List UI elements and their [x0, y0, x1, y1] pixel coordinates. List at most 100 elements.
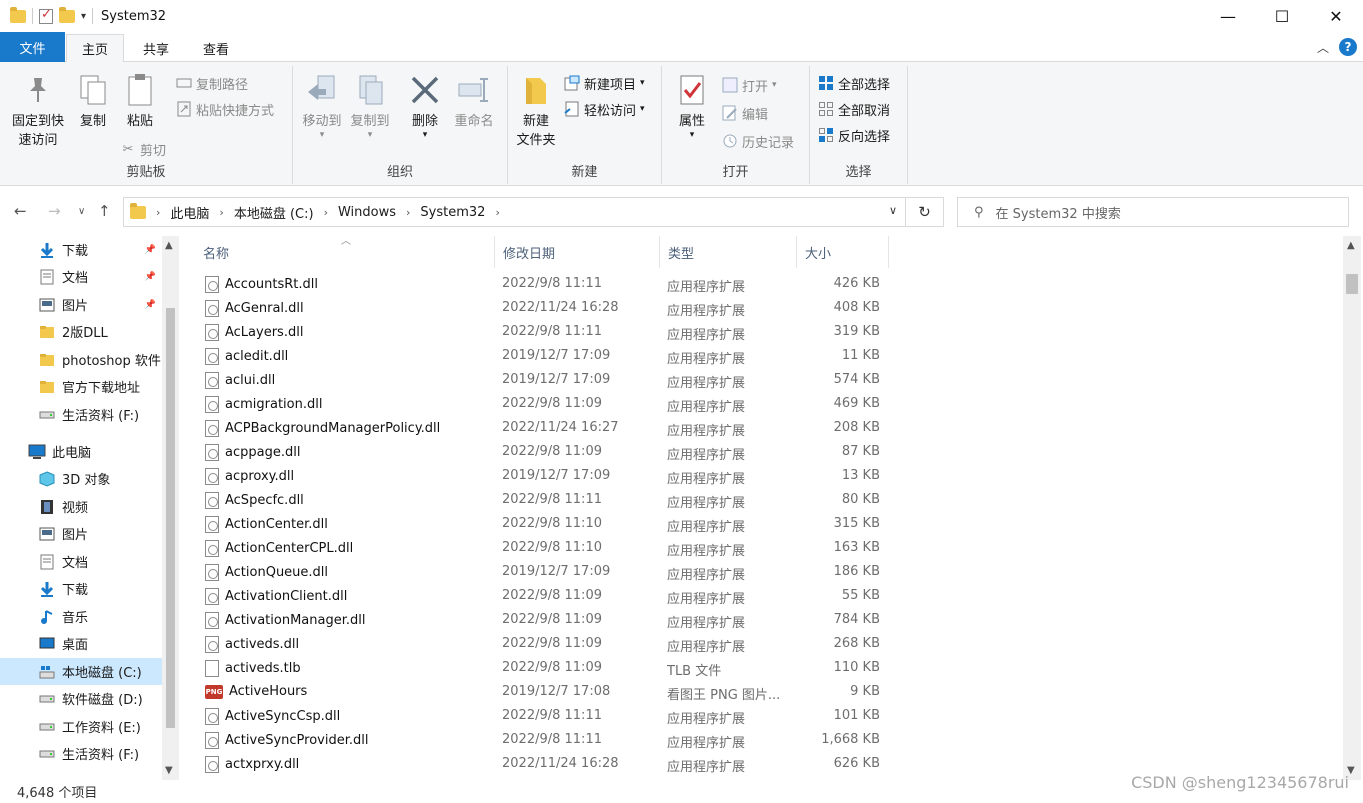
help-icon[interactable]: ?	[1339, 38, 1357, 56]
new-folder-icon[interactable]	[59, 6, 75, 23]
breadcrumb-local-disk[interactable]: 本地磁盘 (C:)	[234, 203, 314, 222]
edit-button[interactable]: 编辑	[722, 102, 768, 124]
tab-home[interactable]: 主页	[66, 34, 124, 63]
table-row[interactable]: ActionCenterCPL.dll 2022/9/8 11:10 应用程序扩展 1…	[195, 536, 1343, 560]
copy-to-button[interactable]: 复制到 ▾	[347, 72, 393, 140]
nav-item[interactable]: 文档	[0, 548, 162, 575]
close-button[interactable]: ✕	[1309, 0, 1363, 32]
tab-file[interactable]: 文件	[0, 32, 65, 62]
copy-button[interactable]: 复制	[74, 72, 112, 131]
table-row[interactable]: ActionQueue.dll 2019/12/7 17:09 应用程序扩展 186 …	[195, 560, 1343, 584]
copy-path-button[interactable]: 复制路径	[176, 72, 248, 94]
delete-button[interactable]: 删除 ▾	[407, 72, 443, 140]
nav-item[interactable]: 官方下载地址	[0, 373, 162, 400]
new-item-button[interactable]: 新建项目 ▾	[564, 72, 645, 94]
nav-item[interactable]: photoshop 软件	[0, 346, 162, 373]
chevron-right-icon[interactable]: ›	[406, 206, 410, 219]
column-header-type[interactable]: 类型	[660, 236, 797, 268]
open-button[interactable]: 打开 ▾	[722, 74, 777, 96]
address-bar[interactable]: › 此电脑 › 本地磁盘 (C:) › Windows › System32 ›…	[123, 197, 906, 227]
move-to-button[interactable]: 移动到 ▾	[299, 72, 345, 140]
column-header-size[interactable]: 大小	[797, 236, 889, 268]
select-all-button[interactable]: 全部选择	[818, 72, 890, 94]
invert-selection-button[interactable]: 反向选择	[818, 124, 890, 146]
table-row[interactable]: activeds.dll 2022/9/8 11:09 应用程序扩展 268 KB	[195, 632, 1343, 656]
breadcrumb-system32[interactable]: System32	[420, 205, 485, 220]
new-folder-button[interactable]: 新建 文件夹	[514, 72, 558, 150]
nav-item[interactable]: 图片	[0, 520, 162, 547]
forward-arrow-icon[interactable]: →	[48, 202, 61, 220]
nav-item[interactable]: 3D 对象	[0, 465, 162, 492]
minimize-button[interactable]: —	[1201, 0, 1255, 32]
paste-button[interactable]: 粘贴	[120, 72, 160, 131]
easy-access-button[interactable]: 轻松访问 ▾	[564, 98, 645, 120]
table-row[interactable]: acppage.dll 2022/9/8 11:09 应用程序扩展 87 KB	[195, 440, 1343, 464]
tab-view[interactable]: 查看	[188, 34, 244, 62]
rename-button[interactable]: 重命名	[451, 72, 497, 131]
nav-item[interactable]: 生活资料 (F:)	[0, 740, 162, 767]
scrollbar-thumb[interactable]	[166, 308, 175, 728]
column-header-date[interactable]: 修改日期	[495, 236, 660, 268]
nav-item[interactable]: 音乐	[0, 603, 162, 630]
properties-button[interactable]: 属性 ▾	[670, 72, 714, 140]
pin-to-quick-access-button[interactable]: 固定到快 速访问	[8, 72, 68, 150]
table-row[interactable]: ACPBackgroundManagerPolicy.dll 2022/11/24…	[195, 416, 1343, 440]
nav-item[interactable]: 视频	[0, 493, 162, 520]
table-row[interactable]: acproxy.dll 2019/12/7 17:09 应用程序扩展 13 KB	[195, 464, 1343, 488]
scroll-up-arrow-icon[interactable]: ▲	[165, 240, 173, 251]
table-row[interactable]: ActiveSyncCsp.dll 2022/9/8 11:11 应用程序扩展 101…	[195, 704, 1343, 728]
chevron-right-icon[interactable]: ›	[156, 206, 160, 219]
chevron-right-icon[interactable]: ›	[324, 206, 328, 219]
file-list-scrollbar[interactable]: ▲ ▼	[1343, 236, 1361, 780]
chevron-right-icon[interactable]: ›	[495, 206, 499, 219]
breadcrumb-windows[interactable]: Windows	[338, 205, 396, 220]
nav-scrollbar[interactable]: ▲ ▼	[162, 236, 179, 780]
scroll-down-arrow-icon[interactable]: ▼	[165, 765, 173, 776]
nav-item[interactable]: 下载 📌	[0, 236, 162, 263]
select-none-button[interactable]: 全部取消	[818, 98, 890, 120]
scrollbar-thumb[interactable]	[1346, 274, 1358, 294]
table-row[interactable]: acmigration.dll 2022/9/8 11:09 应用程序扩展 469 K…	[195, 392, 1343, 416]
history-button[interactable]: 历史记录	[722, 130, 794, 152]
table-row[interactable]: aclui.dll 2019/12/7 17:09 应用程序扩展 574 KB	[195, 368, 1343, 392]
breadcrumb-this-pc[interactable]: 此电脑	[170, 203, 209, 222]
table-row[interactable]: ActivationClient.dll 2022/9/8 11:09 应用程序扩展…	[195, 584, 1343, 608]
table-row[interactable]: PNG ActiveHours 2019/12/7 17:08 看图王 PNG 图片.…	[195, 680, 1343, 704]
search-box[interactable]: ⚲ 在 System32 中搜索	[957, 197, 1349, 227]
chevron-up-icon[interactable]: ︿	[1317, 39, 1329, 56]
nav-item[interactable]: 软件磁盘 (D:)	[0, 685, 162, 712]
table-row[interactable]: AcSpecfc.dll 2022/9/8 11:11 应用程序扩展 80 KB	[195, 488, 1343, 512]
nav-item[interactable]: 文档 📌	[0, 263, 162, 290]
properties-checkmark-icon[interactable]	[39, 7, 53, 24]
qat-dropdown-icon[interactable]: ▾	[81, 11, 86, 22]
search-input[interactable]: 在 System32 中搜索	[996, 203, 1121, 222]
back-arrow-icon[interactable]: ←	[14, 202, 27, 220]
nav-item[interactable]: 桌面	[0, 630, 162, 657]
table-row[interactable]: AcLayers.dll 2022/9/8 11:11 应用程序扩展 319 KB	[195, 320, 1343, 344]
nav-item[interactable]: 生活资料 (F:)	[0, 401, 162, 428]
nav-item[interactable]: 此电脑	[0, 438, 162, 465]
table-row[interactable]: ActiveSyncProvider.dll 2022/9/8 11:11 应用程序…	[195, 728, 1343, 752]
tab-share[interactable]: 共享	[128, 34, 184, 62]
paste-shortcut-button[interactable]: 粘贴快捷方式	[176, 98, 274, 120]
nav-item[interactable]: 工作资料 (E:)	[0, 713, 162, 740]
column-header-name[interactable]: ︿ 名称	[195, 236, 495, 268]
recent-locations-chevron-icon[interactable]: ∨	[78, 206, 85, 217]
table-row[interactable]: AcGenral.dll 2022/11/24 16:28 应用程序扩展 408 KB	[195, 296, 1343, 320]
table-row[interactable]: ActivationManager.dll 2022/9/8 11:09 应用程序扩…	[195, 608, 1343, 632]
table-row[interactable]: activeds.tlb 2022/9/8 11:09 TLB 文件 110 KB	[195, 656, 1343, 680]
chevron-right-icon[interactable]: ›	[219, 206, 223, 219]
chevron-down-icon[interactable]: ∨	[889, 204, 897, 217]
nav-item[interactable]: 下载	[0, 575, 162, 602]
nav-item[interactable]: 2版DLL	[0, 318, 162, 345]
up-arrow-icon[interactable]: ↑	[98, 202, 111, 220]
table-row[interactable]: ActionCenter.dll 2022/9/8 11:10 应用程序扩展 315 …	[195, 512, 1343, 536]
table-row[interactable]: AccountsRt.dll 2022/9/8 11:11 应用程序扩展 426 KB	[195, 272, 1343, 296]
scroll-up-arrow-icon[interactable]: ▲	[1347, 240, 1355, 251]
nav-item[interactable]: 图片 📌	[0, 291, 162, 318]
cut-button[interactable]: ✂ 剪切	[120, 138, 166, 160]
table-row[interactable]: acledit.dll 2019/12/7 17:09 应用程序扩展 11 KB	[195, 344, 1343, 368]
nav-item[interactable]: 本地磁盘 (C:)	[0, 658, 162, 685]
maximize-button[interactable]: ☐	[1255, 0, 1309, 32]
refresh-button[interactable]: ↻	[906, 197, 944, 227]
